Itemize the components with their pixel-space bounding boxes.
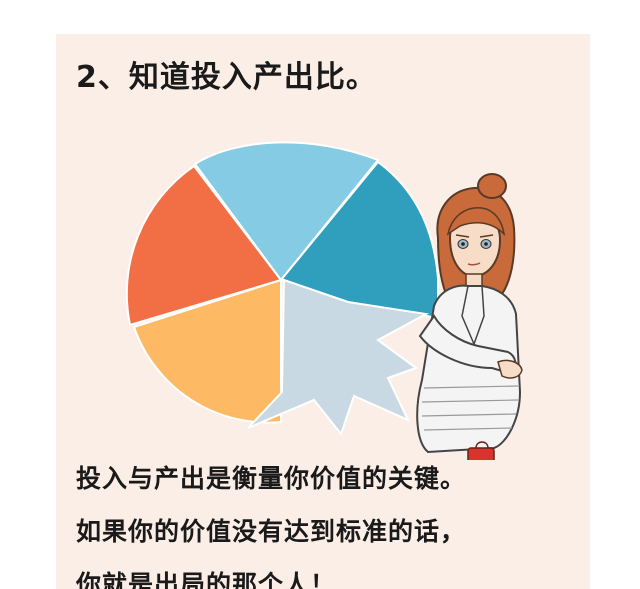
pie-illustration [125,141,523,460]
section-heading: 2、知道投入产出比。 [76,60,377,95]
businesswoman-icon [416,173,523,460]
body-line-1: 投入与产出是衡量你价值的关键。 [76,464,467,493]
body-line-2: 如果你的价值没有达到标准的话， [76,517,467,546]
body-line-3: 你就是出局的那个人！ [76,570,337,589]
body-text: 投入与产出是衡量你价值的关键。 如果你的价值没有达到标准的话， 你就是出局的那个… [76,452,466,589]
pie-chart-icon [125,141,439,437]
article-panel: 2、知道投入产出比。 投入与产出是衡量你价值的关键。 如果你的价值没有达到标准的… [56,34,590,589]
